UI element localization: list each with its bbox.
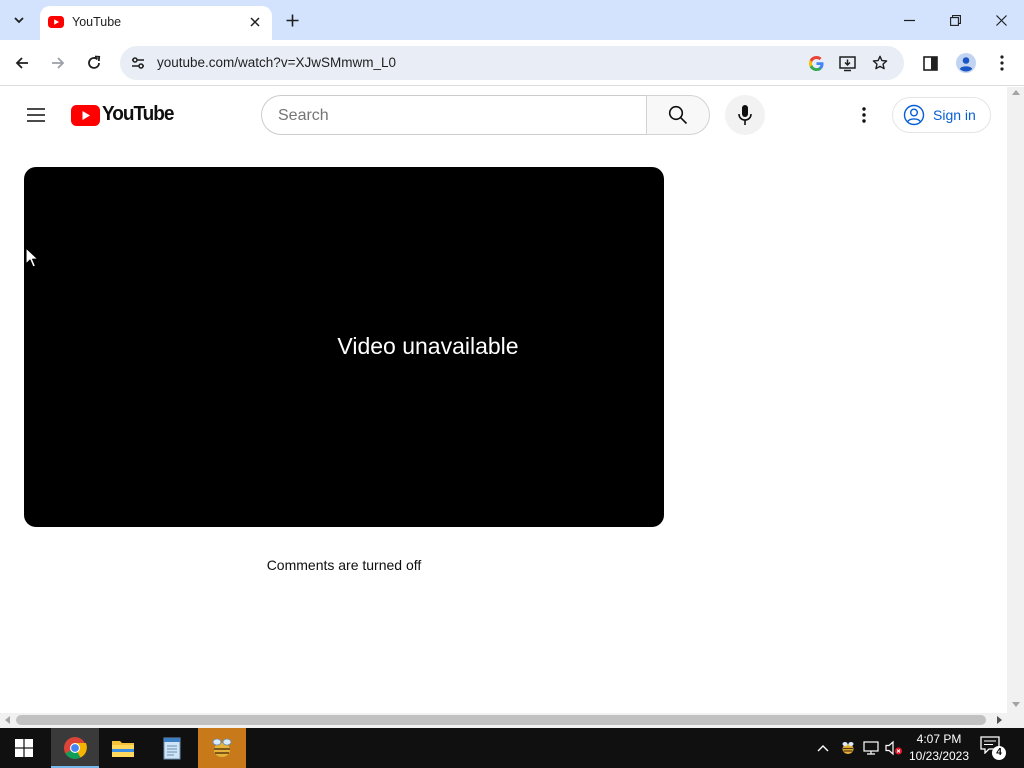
chrome-icon — [64, 737, 87, 759]
tray-app-icon — [842, 742, 854, 754]
network-icon — [863, 741, 879, 755]
tab-title: YouTube — [72, 15, 122, 29]
side-panel-button[interactable] — [915, 48, 945, 78]
show-hidden-icons-button[interactable] — [813, 738, 833, 758]
horizontal-scrollbar[interactable] — [0, 713, 1007, 728]
minimize-icon — [903, 19, 915, 21]
search-input[interactable]: Search — [261, 95, 647, 135]
scrollbar-corner — [1007, 713, 1024, 728]
youtube-logo[interactable]: YouTube — [71, 103, 174, 126]
close-icon — [250, 17, 260, 27]
google-lens-button[interactable] — [806, 53, 826, 73]
url-text[interactable]: youtube.com/watch?v=XJwSMmwm_L0 — [157, 55, 396, 71]
guide-menu-button[interactable] — [20, 99, 52, 131]
chevron-up-icon — [817, 745, 829, 752]
volume-button[interactable] — [884, 738, 904, 758]
minimize-button[interactable] — [886, 0, 932, 40]
profile-button[interactable] — [951, 48, 981, 78]
notification-center-button[interactable]: 4 — [980, 736, 1006, 760]
address-bar[interactable]: youtube.com/watch?v=XJwSMmwm_L0 — [120, 46, 904, 80]
tray-app-button[interactable] — [838, 738, 858, 758]
chevron-down-icon — [14, 17, 24, 24]
more-vert-icon — [862, 107, 866, 123]
youtube-header: YouTube Search Sign in — [0, 87, 1007, 143]
microphone-icon — [738, 105, 752, 125]
reload-icon — [88, 55, 101, 69]
scroll-right-arrow-icon[interactable] — [997, 716, 1002, 724]
site-info-button[interactable] — [128, 53, 148, 73]
search-placeholder: Search — [278, 107, 329, 124]
back-arrow-icon — [15, 57, 28, 69]
plus-icon — [286, 14, 298, 26]
browser-tab[interactable]: YouTube — [40, 6, 272, 40]
new-tab-button[interactable] — [280, 8, 304, 32]
close-window-button[interactable] — [978, 0, 1024, 40]
google-icon — [808, 55, 824, 71]
video-player[interactable]: Video unavailable — [24, 167, 664, 527]
taskbar-chrome[interactable] — [51, 728, 99, 768]
browser-menu-button[interactable] — [987, 48, 1017, 78]
network-button[interactable] — [861, 738, 881, 758]
scroll-up-arrow-icon[interactable] — [1012, 90, 1020, 95]
install-app-icon — [838, 55, 856, 71]
hamburger-menu-icon — [27, 108, 45, 122]
windows-start-icon — [15, 739, 33, 757]
taskbar-app[interactable] — [198, 728, 246, 768]
system-clock[interactable]: 4:07 PM 10/23/2023 — [904, 731, 974, 765]
youtube-play-logo-icon — [71, 104, 100, 126]
voice-search-button[interactable] — [725, 95, 765, 135]
comments-disabled-message: Comments are turned off — [266, 557, 422, 573]
tune-icon — [132, 57, 144, 69]
sign-in-button[interactable]: Sign in — [892, 97, 991, 133]
youtube-logo-text: YouTube — [102, 103, 174, 126]
profile-icon — [956, 53, 976, 73]
windows-taskbar: 4:07 PM 10/23/2023 4 — [0, 728, 1024, 768]
clock-date: 10/23/2023 — [908, 749, 970, 763]
browser-toolbar: youtube.com/watch?v=XJwSMmwm_L0 — [0, 40, 1024, 86]
menu-dots-icon — [1000, 55, 1004, 71]
restore-button[interactable] — [932, 0, 978, 40]
scroll-left-arrow-icon[interactable] — [5, 716, 10, 724]
account-circle-icon — [903, 104, 925, 126]
mouse-cursor-icon — [25, 247, 39, 268]
tab-close-button[interactable] — [246, 13, 264, 31]
sign-in-label: Sign in — [933, 107, 976, 123]
forward-arrow-icon — [52, 57, 65, 69]
scroll-down-arrow-icon[interactable] — [1012, 702, 1020, 707]
restore-icon — [949, 14, 961, 26]
reload-button[interactable] — [79, 48, 109, 78]
close-icon — [995, 14, 1007, 26]
star-icon — [872, 55, 888, 70]
settings-more-button[interactable] — [850, 99, 878, 131]
start-button[interactable] — [0, 728, 48, 768]
video-unavailable-message: Video unavailable — [337, 333, 519, 359]
youtube-favicon-icon — [48, 16, 64, 28]
tab-search-button[interactable] — [6, 7, 32, 33]
bookmark-button[interactable] — [870, 53, 890, 73]
search-button[interactable] — [646, 95, 710, 135]
clock-time: 4:07 PM — [916, 732, 962, 746]
forward-button[interactable] — [43, 48, 73, 78]
taskbar-notepad[interactable] — [148, 728, 196, 768]
volume-muted-icon — [885, 740, 903, 756]
back-button[interactable] — [7, 48, 37, 78]
app-icon — [212, 738, 232, 757]
taskbar-file-explorer[interactable] — [99, 728, 147, 768]
browser-titlebar: YouTube — [0, 0, 1024, 40]
vertical-scrollbar[interactable] — [1007, 87, 1024, 713]
install-app-button[interactable] — [837, 53, 857, 73]
side-panel-icon — [922, 55, 938, 71]
file-explorer-icon — [112, 741, 134, 757]
horizontal-scroll-thumb[interactable] — [16, 715, 986, 725]
search-icon — [668, 105, 688, 125]
notification-count-badge: 4 — [992, 746, 1006, 760]
notepad-icon — [163, 737, 181, 760]
